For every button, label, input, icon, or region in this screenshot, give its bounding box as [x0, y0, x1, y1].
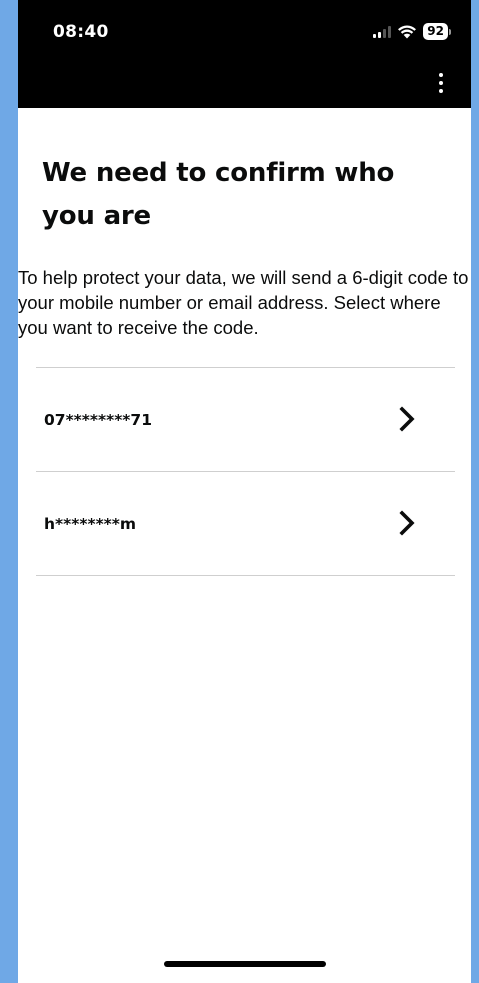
chevron-right-icon — [399, 406, 415, 432]
phone-option[interactable]: 07********71 — [36, 367, 455, 471]
page-title: We need to confirm who you are — [42, 158, 395, 231]
intro-text: To help protect your data, we will send … — [18, 267, 469, 338]
home-indicator[interactable] — [164, 961, 326, 967]
phone-option-label: 07********71 — [44, 411, 152, 429]
status-icons: 92 — [373, 23, 451, 40]
status-time: 08:40 — [53, 22, 109, 42]
wifi-icon — [398, 25, 417, 39]
more-vertical-icon[interactable] — [437, 73, 445, 93]
battery-level: 92 — [423, 23, 448, 40]
signal-bars-icon — [373, 25, 392, 38]
phone-screen: 08:40 92 We need to confirm who you are — [18, 0, 471, 983]
battery-icon: 92 — [423, 23, 451, 40]
chevron-right-icon — [399, 510, 415, 536]
email-option[interactable]: h********m — [36, 471, 455, 576]
email-option-label: h********m — [44, 515, 137, 533]
app-header: 08:40 92 — [18, 0, 471, 108]
contact-options-list: 07********71 h********m — [36, 367, 455, 576]
